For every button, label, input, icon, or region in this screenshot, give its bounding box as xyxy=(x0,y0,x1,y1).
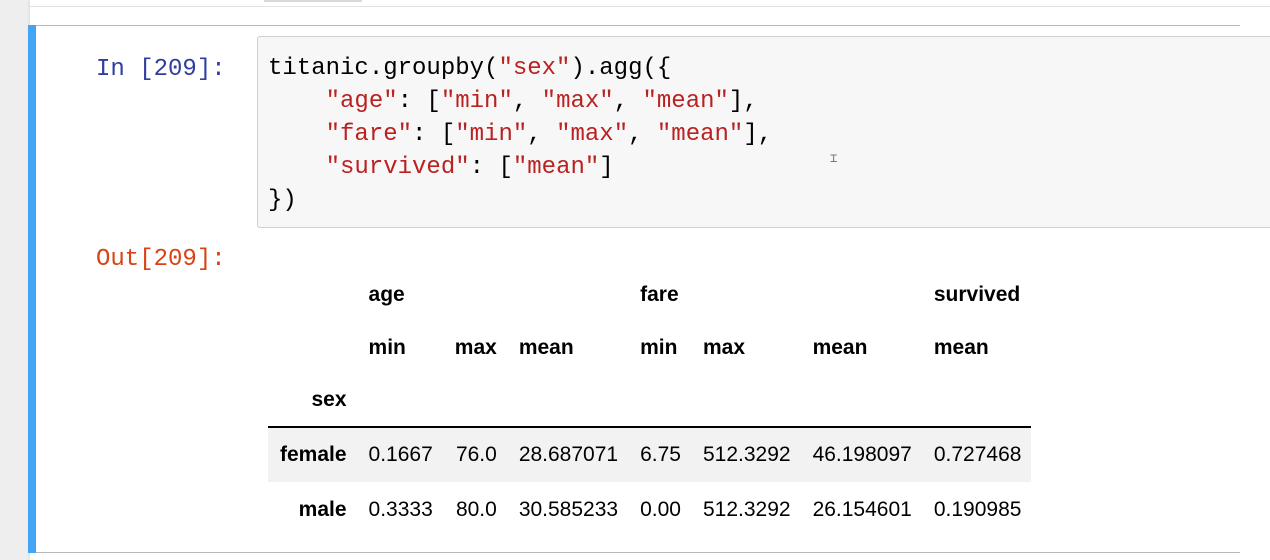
code-token: }) xyxy=(268,187,297,214)
index-row-filler xyxy=(356,374,1032,428)
table-cell: 0.3333 xyxy=(368,497,433,521)
dataframe-output: age fare survived min max mean min max mean mean… xyxy=(268,268,1032,537)
column-stat-header: min xyxy=(368,335,406,359)
table-cell: 0.727468 xyxy=(933,443,1022,466)
code-token: , xyxy=(527,121,557,148)
code-string-token: "age" xyxy=(325,88,398,115)
input-prompt: In [209]: xyxy=(96,56,226,83)
code-token: , xyxy=(613,88,643,115)
table-cell: 0.1667 xyxy=(368,443,433,466)
code-token: ] xyxy=(599,154,614,181)
table-cell: 28.687071 xyxy=(518,443,619,466)
header-stat-row: min max mean min max mean mean xyxy=(268,321,1031,374)
column-stat-header: min xyxy=(640,335,678,359)
table-cell: 512.3292 xyxy=(702,497,791,521)
dataframe-body: female 0.1667 76.0 28.687071 6.75 512.3292 46.… xyxy=(268,427,1032,537)
header-corner xyxy=(268,268,357,321)
code-token: , xyxy=(512,88,542,115)
table-cell: 0.190985 xyxy=(933,497,1022,521)
table-cell: 80.0 xyxy=(455,497,497,521)
code-string-token: "mean" xyxy=(642,88,729,115)
column-stat-header: max xyxy=(454,335,497,359)
code-string-token: "mean" xyxy=(656,121,744,148)
code-token: : [ xyxy=(412,121,456,148)
code-string-token: "sex" xyxy=(498,55,571,82)
table-cell: 46.198097 xyxy=(812,443,912,466)
table-cell: 76.0 xyxy=(455,443,497,466)
code-string-token: "max" xyxy=(556,121,629,148)
code-token: : [ xyxy=(469,154,513,181)
table-row: female 0.1667 76.0 28.687071 6.75 512.3292 46.… xyxy=(268,427,1032,482)
row-index: male xyxy=(298,497,347,521)
column-stat-header: mean xyxy=(933,335,989,359)
code-editor[interactable]: titanic.groupby("sex").agg({ "age": ["mi… xyxy=(268,52,772,217)
table-row: male 0.3333 80.0 30.585233 0.00 512.3292 26.15… xyxy=(268,482,1031,537)
table-cell: 26.154601 xyxy=(812,497,912,521)
table-cell: 512.3292 xyxy=(702,443,791,466)
header-group-row: age fare survived xyxy=(268,268,1031,321)
code-string-token: "min" xyxy=(455,121,528,148)
code-token: : [ xyxy=(397,88,441,115)
table-cell: 6.75 xyxy=(640,443,681,466)
table-cell: 30.585233 xyxy=(518,497,619,521)
selected-cell-indicator xyxy=(28,25,36,553)
column-stat-header: mean xyxy=(518,335,574,359)
code-string-token: "survived" xyxy=(325,154,470,181)
code-string-token: "fare" xyxy=(325,121,413,148)
code-token: ], xyxy=(728,88,758,115)
code-string-token: "mean" xyxy=(512,154,600,181)
code-token: ).agg({ xyxy=(570,55,672,82)
index-name-row: sex xyxy=(268,374,1032,428)
column-group-header: fare xyxy=(640,282,679,306)
toolbar-strip xyxy=(30,0,1270,7)
code-token: , xyxy=(628,121,657,148)
column-group-header: age xyxy=(368,282,405,306)
toolbar-tab[interactable] xyxy=(264,0,362,2)
output-prompt: Out[209]: xyxy=(96,246,226,273)
column-stat-header: mean xyxy=(812,335,868,359)
column-group-header: survived xyxy=(933,282,1021,306)
column-stat-header: max xyxy=(702,335,745,359)
text-cursor-icon: ⌶ xyxy=(830,151,838,165)
index-name: sex xyxy=(268,374,357,428)
code-token: titanic.groupby( xyxy=(268,55,499,82)
code-token: ], xyxy=(743,121,773,148)
code-string-token: "min" xyxy=(440,88,513,115)
header-corner xyxy=(268,321,357,374)
table-cell: 0.00 xyxy=(640,497,681,521)
code-string-token: "max" xyxy=(541,88,614,115)
row-index: female xyxy=(280,443,347,466)
